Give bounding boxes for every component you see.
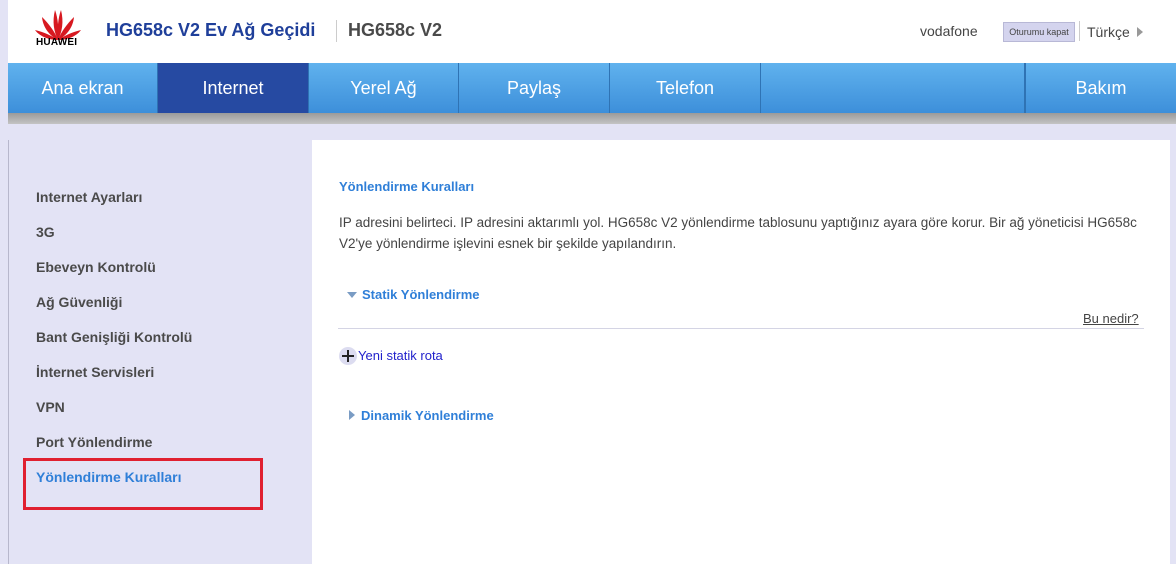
title-divider xyxy=(336,20,337,42)
sidebar-item-3g[interactable]: 3G xyxy=(36,224,55,240)
sidebar-item-parental-control[interactable]: Ebeveyn Kontrolü xyxy=(36,259,156,275)
dynamic-routing-section[interactable]: Dinamik Yönlendirme xyxy=(361,408,494,423)
chevron-right-icon[interactable] xyxy=(1137,27,1143,37)
highlight-box xyxy=(23,458,263,510)
add-static-route-link[interactable]: Yeni statik rota xyxy=(358,348,443,363)
language-select[interactable]: Türkçe xyxy=(1087,24,1130,40)
main-content: Yönlendirme Kuralları IP adresini belirt… xyxy=(312,140,1170,564)
sidebar-border xyxy=(8,140,9,564)
device-model: HG658c V2 xyxy=(348,20,443,40)
chevron-down-icon[interactable] xyxy=(347,292,357,298)
static-routing-section[interactable]: Statik Yönlendirme xyxy=(362,287,480,302)
nav-tab-home[interactable]: Ana ekran xyxy=(8,63,158,113)
help-link[interactable]: Bu nedir? xyxy=(1083,311,1139,326)
device-title: HG658c V2 Ev Ağ Geçidi xyxy=(106,20,316,40)
sidebar-item-internet-services[interactable]: İnternet Servisleri xyxy=(36,364,154,380)
logout-button[interactable]: Oturumu kapat xyxy=(1003,22,1075,42)
section-divider xyxy=(338,328,1144,329)
main-nav: Ana ekran Internet Yerel Ağ Paylaş Telef… xyxy=(8,63,1176,113)
nav-spacer xyxy=(761,63,1025,113)
sidebar-item-network-security[interactable]: Ağ Güvenliği xyxy=(36,294,122,310)
nav-tab-internet[interactable]: Internet xyxy=(158,63,309,113)
page-title: Yönlendirme Kuralları xyxy=(339,179,475,194)
nav-shadow-bar xyxy=(8,113,1176,124)
sidebar-item-internet-settings[interactable]: Internet Ayarları xyxy=(36,189,142,205)
nav-tab-share[interactable]: Paylaş xyxy=(459,63,610,113)
page-description: IP adresini belirteci. IP adresini aktar… xyxy=(339,215,1137,251)
user-name: vodafone xyxy=(920,23,978,39)
chevron-right-icon[interactable] xyxy=(349,410,355,420)
brand-name: HUAWEI xyxy=(36,37,78,48)
top-header: HUAWEI HG658c V2 Ev Ağ Geçidi HG658c V2 … xyxy=(8,0,1176,63)
language-divider xyxy=(1079,21,1080,41)
nav-tab-phone[interactable]: Telefon xyxy=(610,63,761,113)
plus-icon[interactable] xyxy=(339,347,357,365)
sidebar-item-port-forwarding[interactable]: Port Yönlendirme xyxy=(36,434,152,450)
sidebar-item-vpn[interactable]: VPN xyxy=(36,399,65,415)
nav-tab-local-network[interactable]: Yerel Ağ xyxy=(309,63,459,113)
sidebar-item-bandwidth-control[interactable]: Bant Genişliği Kontrolü xyxy=(36,329,192,345)
nav-tab-maintenance[interactable]: Bakım xyxy=(1025,63,1176,113)
